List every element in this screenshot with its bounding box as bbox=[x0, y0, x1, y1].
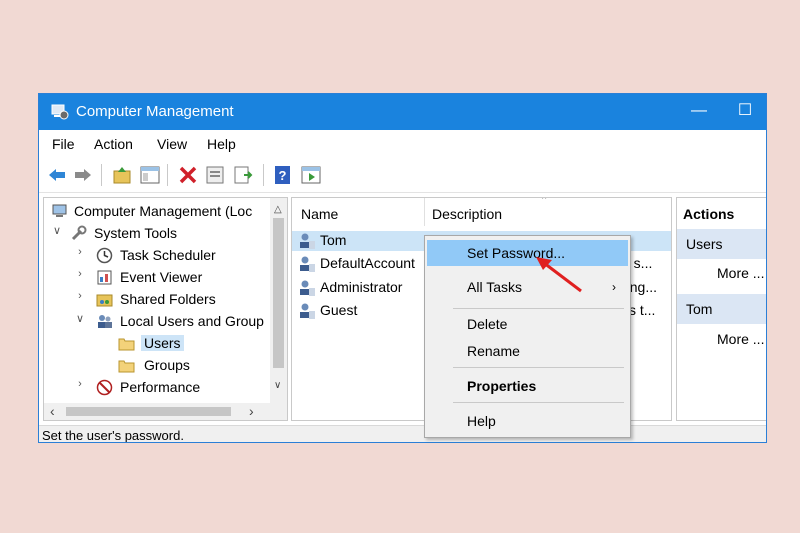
folder-icon bbox=[118, 360, 135, 373]
toolbar-separator bbox=[167, 164, 168, 186]
computer-icon bbox=[52, 204, 67, 217]
actions-section-tom[interactable]: Tom bbox=[677, 294, 766, 324]
tree-label: Local Users and Group bbox=[120, 313, 264, 329]
svg-text:?: ? bbox=[279, 168, 287, 183]
user-icon bbox=[300, 280, 315, 296]
user-name: Guest bbox=[320, 302, 358, 318]
column-header-description[interactable]: Description bbox=[432, 206, 502, 222]
toolbar: ? bbox=[39, 158, 766, 193]
annotation-arrow-icon bbox=[536, 257, 582, 293]
event-viewer-icon bbox=[97, 270, 112, 285]
tree-label: System Tools bbox=[94, 225, 177, 241]
menu-help[interactable]: Help bbox=[207, 136, 236, 152]
maximize-button[interactable]: ☐ bbox=[722, 94, 766, 130]
tree-label: Shared Folders bbox=[120, 291, 216, 307]
chevron-right-icon[interactable]: › bbox=[74, 268, 86, 280]
menu-item-label: All Tasks bbox=[467, 279, 522, 295]
tree-item-groups[interactable]: Groups bbox=[48, 356, 278, 376]
performance-icon bbox=[96, 379, 113, 396]
show-hide-action-pane-icon[interactable] bbox=[300, 164, 322, 186]
column-divider[interactable] bbox=[424, 198, 425, 226]
tree-vertical-scrollbar[interactable]: △ ∨ bbox=[270, 198, 287, 403]
menu-item-all-tasks[interactable]: All Tasks › bbox=[427, 274, 628, 300]
chevron-right-icon[interactable]: › bbox=[74, 378, 86, 390]
actions-section-users[interactable]: Users bbox=[677, 229, 766, 259]
user-name: Administrator bbox=[320, 279, 403, 295]
scroll-down-icon[interactable]: ∨ bbox=[274, 380, 281, 391]
tree-item-shared-folders[interactable]: › Shared Folders bbox=[48, 290, 278, 310]
column-header-name[interactable]: Name bbox=[301, 206, 338, 222]
tree-item-root[interactable]: Computer Management (Loc bbox=[48, 202, 278, 222]
system-tools-icon bbox=[71, 225, 87, 241]
status-bar: Set the user's password. bbox=[39, 425, 766, 442]
chevron-down-icon[interactable]: ∨ bbox=[74, 312, 86, 325]
show-hide-tree-icon[interactable] bbox=[139, 164, 161, 186]
tree-label: Event Viewer bbox=[120, 269, 203, 285]
toolbar-separator bbox=[263, 164, 264, 186]
chevron-right-icon[interactable]: › bbox=[74, 246, 86, 258]
delete-icon[interactable] bbox=[177, 164, 199, 186]
forward-icon[interactable] bbox=[72, 164, 94, 186]
user-icon bbox=[300, 256, 315, 272]
scroll-thumb[interactable] bbox=[273, 218, 284, 368]
tree-horizontal-scrollbar[interactable]: ‹ › bbox=[44, 403, 287, 420]
tree-item-event-viewer[interactable]: › Event Viewer bbox=[48, 268, 278, 288]
actions-more-tom[interactable]: More ... bbox=[717, 331, 764, 347]
user-icon bbox=[300, 233, 315, 249]
submenu-arrow-icon: › bbox=[612, 280, 616, 294]
scroll-right-icon[interactable]: › bbox=[249, 403, 254, 419]
computer-management-icon bbox=[51, 104, 69, 120]
menu-item-properties[interactable]: Properties bbox=[427, 373, 628, 399]
menu-item-help[interactable]: Help bbox=[427, 408, 628, 434]
back-icon[interactable] bbox=[46, 164, 68, 186]
window-title: Computer Management bbox=[76, 103, 234, 120]
tree-item-system-tools[interactable]: ∨ System Tools bbox=[48, 224, 278, 244]
users-group-icon bbox=[98, 315, 112, 328]
tree-label: Users bbox=[141, 335, 184, 351]
menu-separator bbox=[453, 308, 624, 309]
help-icon[interactable]: ? bbox=[272, 164, 294, 186]
tree-label: Computer Management (Loc bbox=[74, 203, 253, 219]
properties-icon[interactable] bbox=[204, 164, 226, 186]
scroll-up-icon[interactable]: △ bbox=[274, 204, 282, 215]
menu-view[interactable]: View bbox=[157, 136, 187, 152]
tree-label: Performance bbox=[120, 379, 201, 395]
user-icon bbox=[300, 303, 315, 319]
menu-item-set-password[interactable]: Set Password... bbox=[427, 240, 628, 266]
tree-item-performance[interactable]: › Performance bbox=[48, 378, 278, 398]
chevron-right-icon[interactable]: › bbox=[74, 290, 86, 302]
folder-icon bbox=[118, 338, 135, 351]
computer-management-window: Computer Management — ☐ File Action View… bbox=[38, 93, 767, 443]
tree-label: Groups bbox=[144, 357, 190, 373]
scroll-left-icon[interactable]: ‹ bbox=[50, 403, 55, 419]
scroll-thumb[interactable] bbox=[66, 407, 231, 416]
clock-icon bbox=[96, 247, 113, 264]
menu-item-rename[interactable]: Rename bbox=[427, 338, 628, 364]
up-folder-icon[interactable] bbox=[111, 164, 133, 186]
actions-more-users[interactable]: More ... bbox=[717, 265, 764, 281]
menu-item-delete[interactable]: Delete bbox=[427, 311, 628, 337]
toolbar-separator bbox=[101, 164, 102, 186]
actions-header: Actions bbox=[683, 206, 735, 222]
export-list-icon[interactable] bbox=[232, 164, 254, 186]
tree-item-users[interactable]: Users bbox=[48, 334, 278, 354]
minimize-button[interactable]: — bbox=[676, 94, 722, 130]
tree-label: Task Scheduler bbox=[120, 247, 216, 263]
menu-separator bbox=[453, 367, 624, 368]
menu-separator bbox=[453, 402, 624, 403]
actions-pane: Actions Users More ... Tom More ... bbox=[676, 197, 766, 421]
user-name: Tom bbox=[320, 232, 347, 248]
console-tree: Computer Management (Loc ∨ System Tools … bbox=[43, 197, 288, 421]
tree-item-task-scheduler[interactable]: › Task Scheduler bbox=[48, 246, 278, 266]
menu-file[interactable]: File bbox=[52, 136, 75, 152]
title-bar[interactable]: Computer Management — ☐ bbox=[39, 94, 766, 130]
context-menu: Set Password... All Tasks › Delete Renam… bbox=[424, 235, 631, 438]
tree-item-local-users-and-groups[interactable]: ∨ Local Users and Group bbox=[48, 312, 278, 332]
menu-bar: File Action View Help bbox=[39, 130, 766, 158]
user-name: DefaultAccount bbox=[320, 255, 415, 271]
sort-ascending-icon: ˆ bbox=[542, 197, 547, 209]
chevron-down-icon[interactable]: ∨ bbox=[51, 224, 63, 237]
menu-action[interactable]: Action bbox=[94, 136, 133, 152]
shared-folder-icon bbox=[96, 294, 113, 307]
